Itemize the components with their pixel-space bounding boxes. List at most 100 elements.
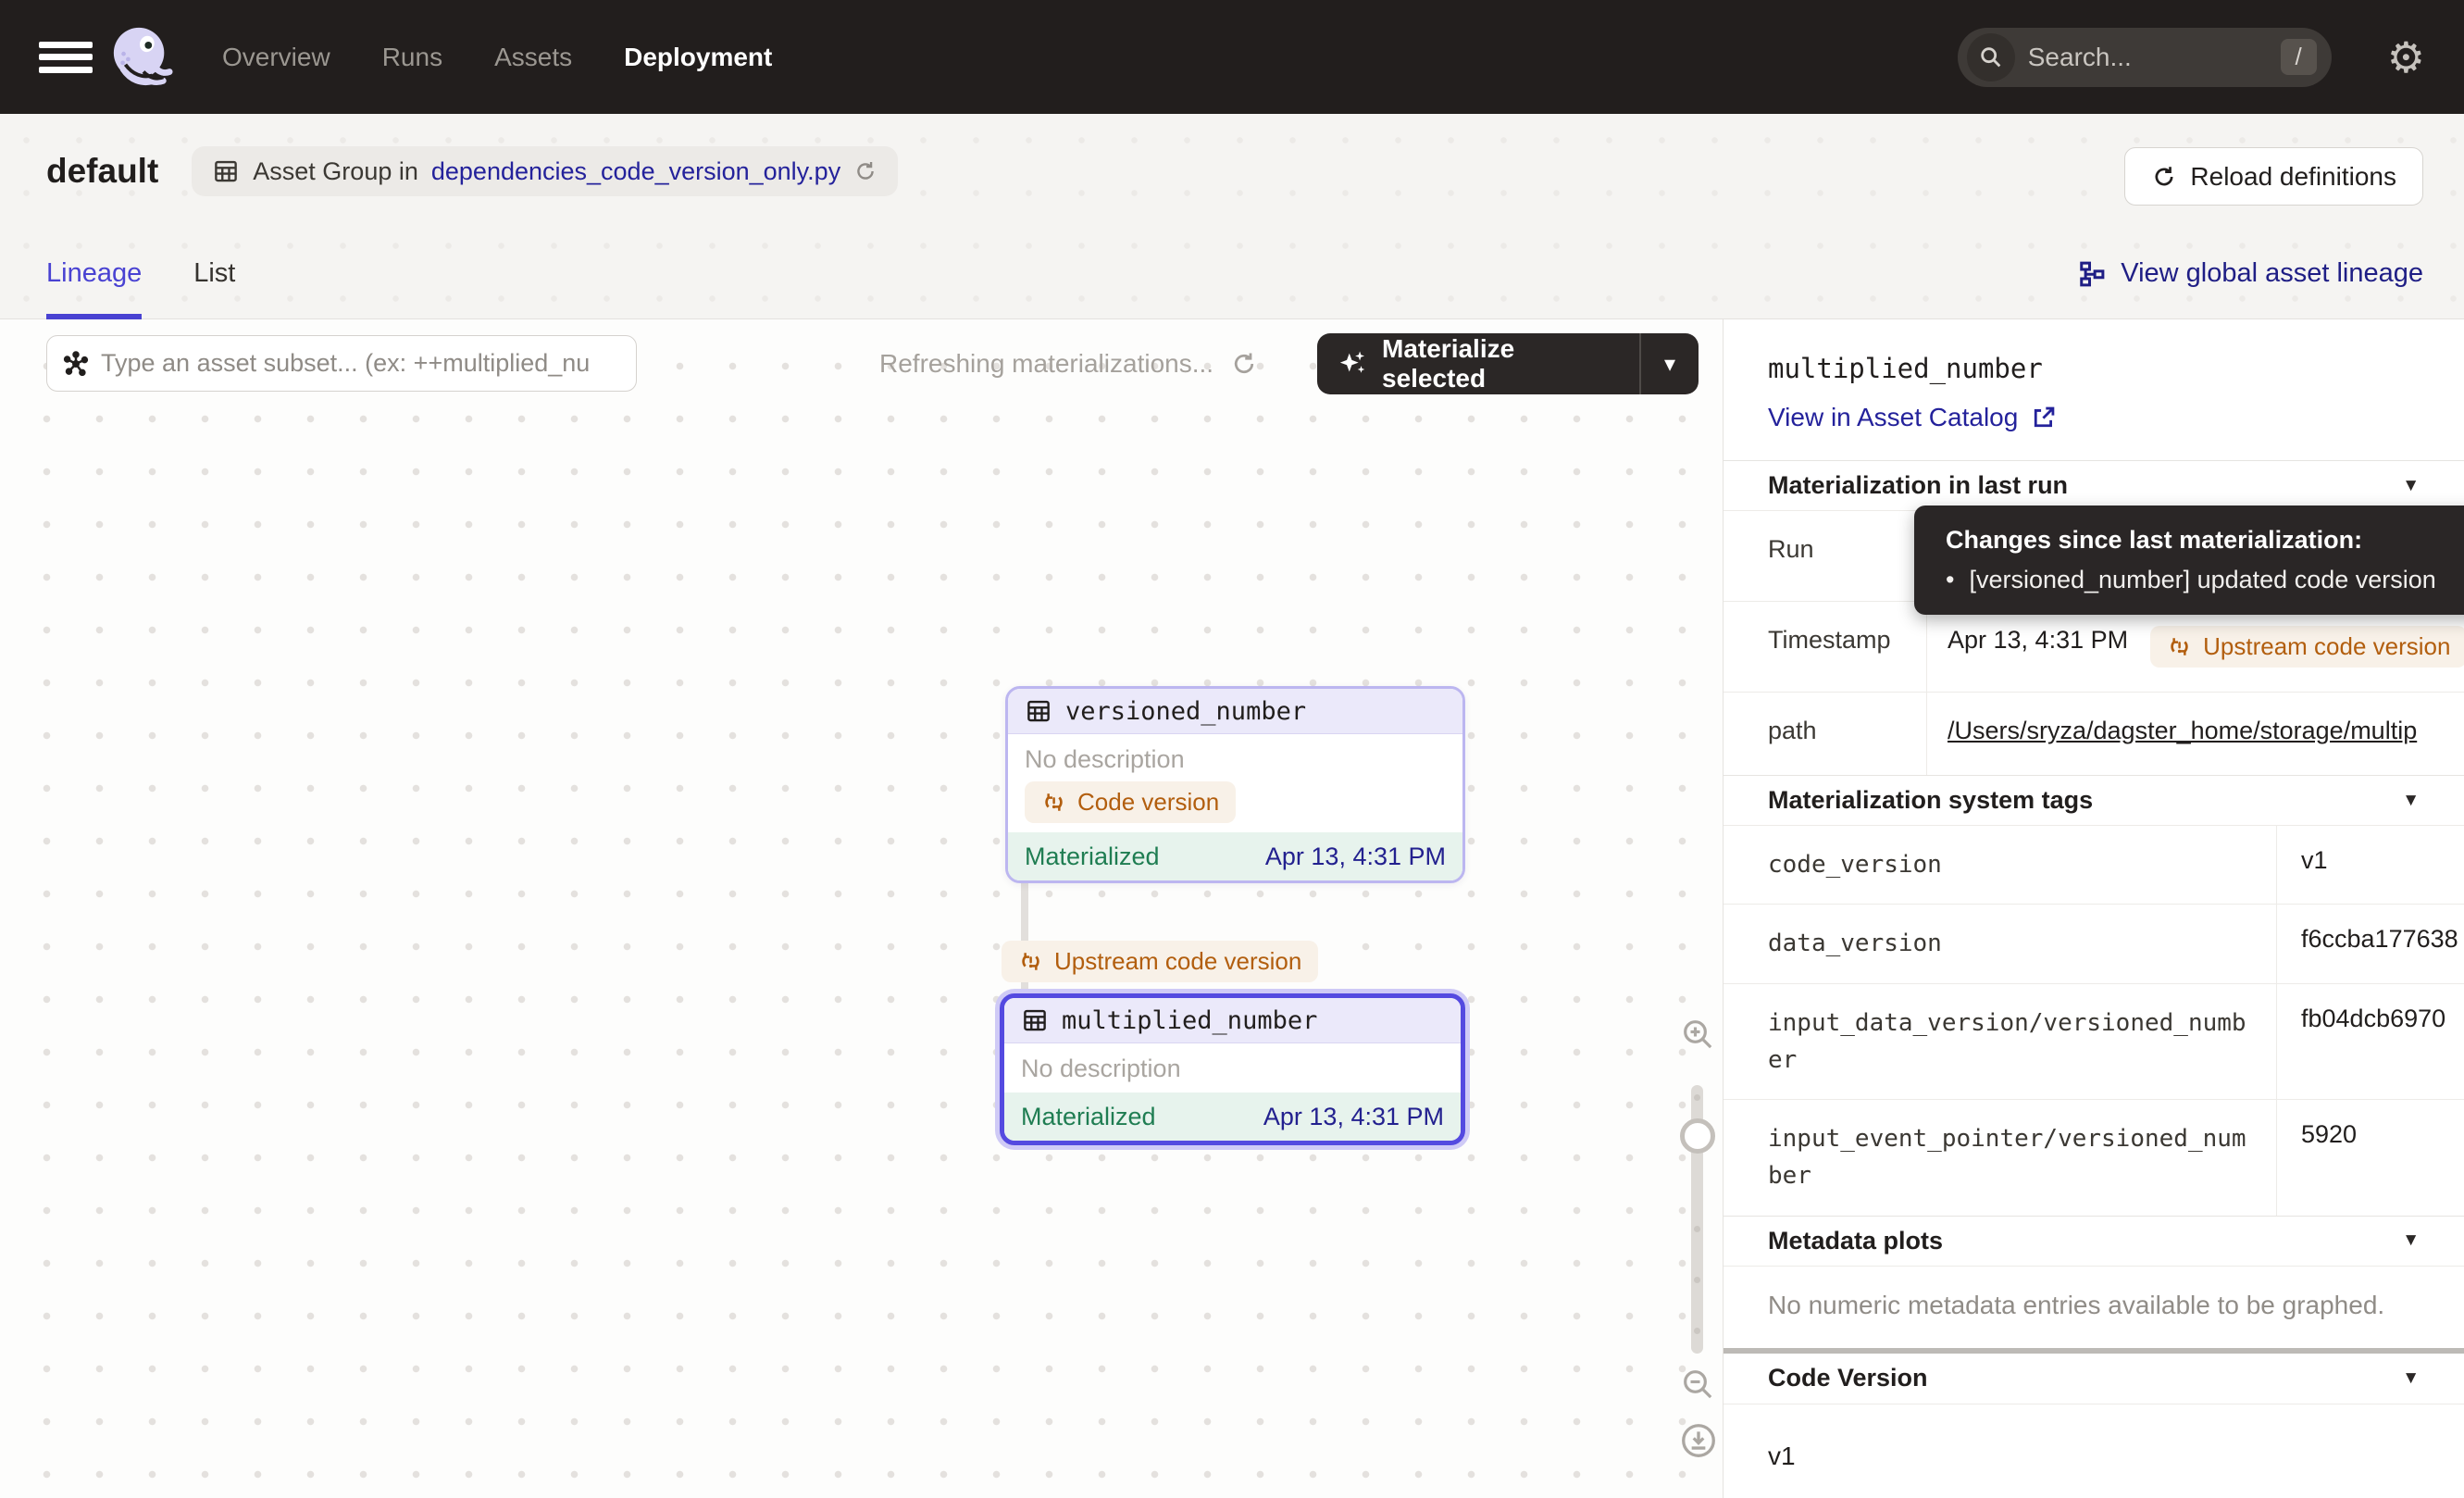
panel-asset-name: multiplied_number [1768,353,2420,384]
zoom-out-icon[interactable] [1679,1366,1716,1403]
asset-node-description: No description [1021,1055,1444,1083]
asset-subset-input[interactable] [101,349,621,378]
section-system-tags[interactable]: Materialization system tags ▼ [1724,775,2464,825]
materialize-selected-label: Materialize selected [1382,334,1619,393]
nav-item-assets[interactable]: Assets [494,43,572,72]
download-view-icon[interactable] [1679,1421,1718,1460]
refreshing-status: Refreshing materializations... [879,335,1258,392]
table-row: code_version v1 [1724,825,2464,904]
view-global-lineage-label: View global asset lineage [2121,258,2423,289]
tab-bar: Lineage List View global asset lineage [0,229,2464,319]
settings-gear-icon[interactable]: ⚙ [2387,36,2425,79]
table-row: input_event_pointer/versioned_number 592… [1724,1099,2464,1216]
section-materialization-last-run[interactable]: Materialization in last run ▼ [1724,460,2464,510]
asset-node-body: No description Code version [1008,734,1462,832]
upstream-code-version-tag[interactable]: Upstream code version [2150,626,2464,668]
lineage-canvas[interactable]: Refreshing materializations... Materiali… [0,319,1723,1498]
nav-item-deployment[interactable]: Deployment [624,43,772,72]
reload-definitions-button[interactable]: Reload definitions [2124,147,2423,206]
asset-group-badge: Asset Group in dependencies_code_version… [192,146,898,196]
asset-node-name: multiplied_number [1062,1006,1317,1035]
tag-key: code_version [1724,826,2276,904]
code-version-icon [1018,949,1043,974]
reload-definitions-label: Reload definitions [2190,162,2396,192]
external-link-icon [2031,405,2057,431]
dagster-app: Overview Runs Assets Deployment / ⚙ defa… [0,0,2464,1498]
materialized-timestamp[interactable]: Apr 13, 4:31 PM [1265,843,1446,871]
section-title: Materialization system tags [1768,786,2093,815]
catalog-link-label: View in Asset Catalog [1768,403,2018,432]
chevron-down-icon: ▼ [2402,791,2420,811]
search-icon [1967,33,2015,81]
tooltip-title: Changes since last materialization: [1946,526,2464,555]
refresh-icon[interactable] [1230,350,1258,378]
table-icon [1025,697,1052,725]
path-value-link[interactable]: /Users/sryza/dagster_home/storage/multip [1948,717,2417,745]
code-version-icon [2167,634,2192,659]
metadata-plots-empty-message: No numeric metadata entries available to… [1724,1266,2464,1348]
page-title: default [46,152,158,191]
global-search[interactable]: / [1958,28,2332,87]
materialize-button-group: Materialize selected ▾ [1317,333,1699,394]
refreshing-label: Refreshing materializations... [879,349,1213,379]
tag-value: 5920 [2276,1100,2464,1216]
tooltip-item: [versioned_number] updated code version [1946,566,2464,594]
changes-tooltip: Changes since last materialization: [ver… [1914,506,2464,615]
chevron-down-icon: ▼ [2402,476,2420,496]
asset-node-versioned-number[interactable]: versioned_number No description Code ver… [1005,686,1465,883]
asset-group-icon [212,157,240,185]
materialized-status: Materialized [1021,1103,1156,1131]
tab-list[interactable]: List [193,229,235,318]
asset-group-prefix: Asset Group in [253,157,418,186]
hamburger-menu-icon[interactable] [39,36,96,79]
code-version-tag[interactable]: Code version [1025,781,1236,823]
asset-node-header: multiplied_number [1004,998,1461,1043]
materialized-timestamp[interactable]: Apr 13, 4:31 PM [1263,1103,1444,1131]
table-row: data_version f6ccba177638 [1724,904,2464,982]
materialize-dropdown-button[interactable]: ▾ [1639,333,1699,394]
upstream-code-version-label: Upstream code version [1054,947,1301,976]
section-title: Code Version [1768,1364,1928,1392]
tag-key: input_data_version/versioned_number [1724,984,2276,1100]
tag-key: input_event_pointer/versioned_number [1724,1100,2276,1216]
section-code-version[interactable]: Code Version ▼ [1724,1354,2464,1404]
section-title: Materialization in last run [1768,471,2068,500]
asset-node-name: versioned_number [1065,697,1306,726]
search-input[interactable] [2015,43,2281,72]
asset-node-multiplied-number[interactable]: multiplied_number No description Materia… [1000,993,1465,1145]
sparkle-icon [1338,348,1369,380]
asset-node-footer: Materialized Apr 13, 4:31 PM [1004,1092,1461,1141]
reload-group-icon[interactable] [853,159,877,183]
asset-node-body: No description [1004,1043,1461,1092]
zoom-slider-handle[interactable] [1680,1118,1715,1154]
materialize-selected-button[interactable]: Materialize selected [1317,333,1639,394]
tab-lineage[interactable]: Lineage [46,229,142,318]
nav-item-overview[interactable]: Overview [222,43,330,72]
asset-subset-filter[interactable] [46,335,637,392]
graph-filter-icon [62,350,90,378]
tag-value: fb04dcb6970 [2276,984,2464,1100]
nav-items: Overview Runs Assets Deployment [222,43,772,72]
timestamp-label: Timestamp [1724,602,1926,692]
tag-key: data_version [1724,905,2276,982]
run-label: Run [1724,511,1926,601]
view-global-lineage-link[interactable]: View global asset lineage [2078,258,2423,289]
section-metadata-plots[interactable]: Metadata plots ▼ [1724,1216,2464,1266]
view-in-asset-catalog-link[interactable]: View in Asset Catalog [1768,403,2057,432]
timestamp-value[interactable]: Apr 13, 4:31 PM [1948,626,2128,655]
asset-node-footer: Materialized Apr 13, 4:31 PM [1008,832,1462,880]
zoom-in-icon[interactable] [1679,1016,1716,1053]
asset-group-file-link[interactable]: dependencies_code_version_only.py [431,157,840,186]
chevron-down-icon: ▼ [2402,1368,2420,1389]
upstream-code-version-label: Upstream code version [2203,632,2450,661]
section-title: Metadata plots [1768,1227,1943,1255]
table-row: input_data_version/versioned_number fb04… [1724,983,2464,1100]
path-row: path /Users/sryza/dagster_home/storage/m… [1724,692,2464,775]
upstream-code-version-edge-tag[interactable]: Upstream code version [1002,941,1318,982]
path-label: path [1724,693,1926,775]
nav-item-runs[interactable]: Runs [382,43,442,72]
asset-node-header: versioned_number [1008,689,1462,734]
dagster-logo-icon[interactable] [109,25,174,90]
tag-value: f6ccba177638 [2276,905,2464,982]
asset-details-panel: multiplied_number View in Asset Catalog … [1723,319,2464,1498]
